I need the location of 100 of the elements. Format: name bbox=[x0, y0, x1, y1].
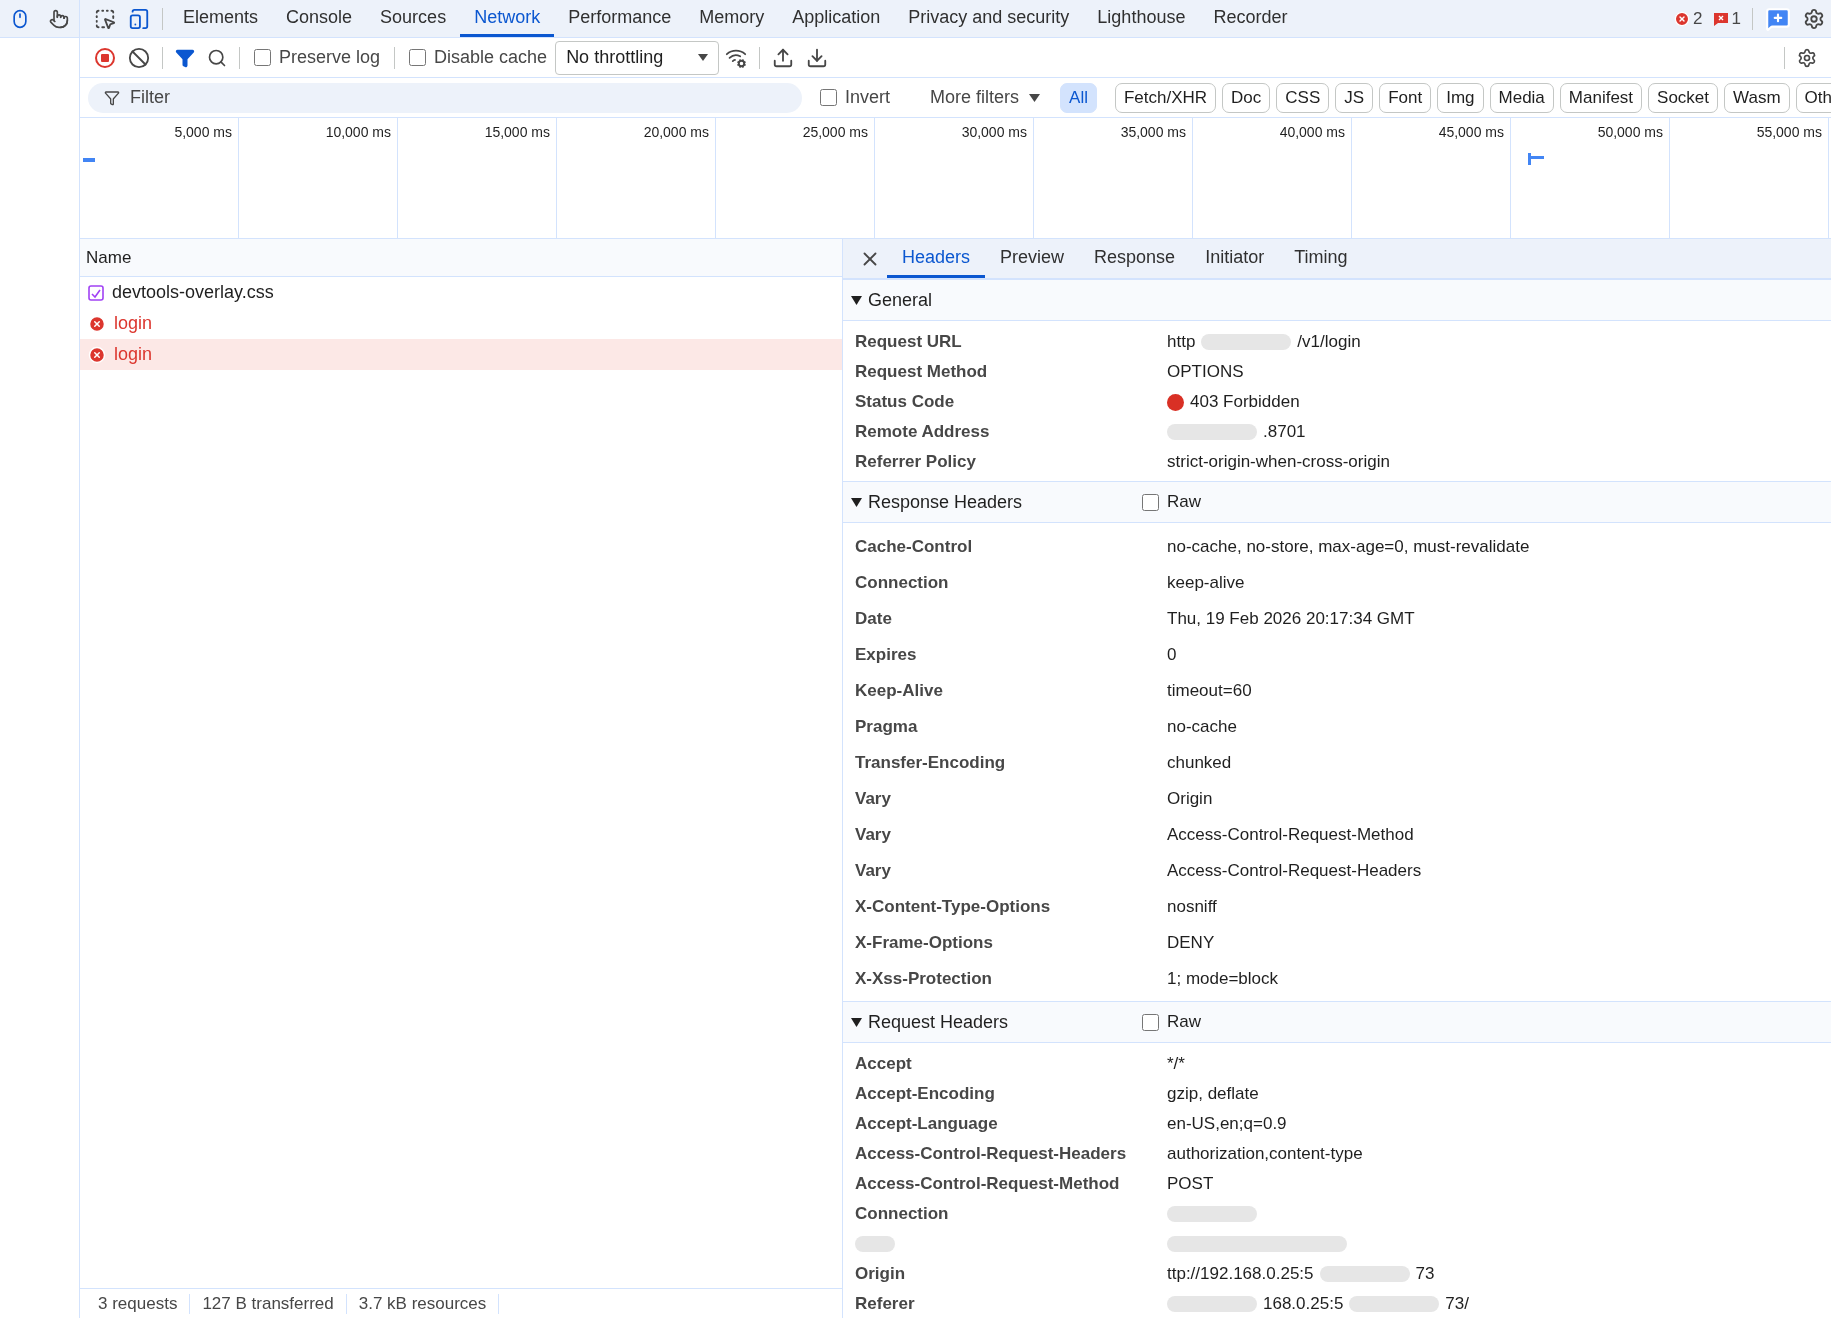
type-filter[interactable]: Wasm bbox=[1724, 82, 1790, 113]
header-name: Date bbox=[855, 609, 893, 629]
error-icon[interactable] bbox=[1674, 10, 1691, 27]
header-value: 73/ bbox=[1445, 1294, 1469, 1314]
time-tick: 55,000 ms bbox=[1756, 124, 1822, 142]
panel-tab[interactable]: Network bbox=[460, 0, 555, 37]
request-row[interactable]: login bbox=[80, 308, 842, 339]
error-icon bbox=[88, 314, 106, 333]
header-value: /v1/login bbox=[1297, 332, 1361, 352]
request-row[interactable]: devtools-overlay.css bbox=[80, 277, 842, 308]
checkbox[interactable] bbox=[409, 49, 427, 66]
detail-tab[interactable]: Response bbox=[1079, 239, 1191, 278]
type-filter[interactable]: Media bbox=[1489, 82, 1554, 113]
header-value: 1; mode=block bbox=[1167, 969, 1280, 989]
type-filter[interactable]: Fetch/XHR bbox=[1114, 82, 1217, 113]
caret-icon bbox=[1029, 93, 1041, 102]
time-tick: 20,000 ms bbox=[643, 124, 709, 142]
header-name: Remote Address bbox=[855, 422, 991, 442]
panel-tab[interactable]: Performance bbox=[554, 0, 686, 37]
checkbox-label[interactable]: Disable cache bbox=[434, 47, 548, 68]
checkbox[interactable] bbox=[820, 89, 837, 106]
filter-icon bbox=[104, 89, 120, 106]
caret-icon[interactable] bbox=[851, 294, 862, 306]
header-value: nosniff bbox=[1167, 897, 1218, 917]
caret-icon[interactable] bbox=[851, 1016, 862, 1028]
issue-count[interactable]: 1 bbox=[1731, 8, 1741, 29]
panel-tab[interactable]: Privacy and security bbox=[894, 0, 1084, 37]
header-value: 0 bbox=[1167, 645, 1178, 665]
header-name: Transfer-Encoding bbox=[855, 753, 1007, 773]
status-text: 127 B transferred bbox=[190, 1293, 347, 1314]
header-name: Request Method bbox=[855, 362, 989, 382]
error-count[interactable]: 2 bbox=[1693, 8, 1703, 29]
type-filter[interactable]: JS bbox=[1335, 82, 1374, 113]
header-value: en-US,en;q=0.9 bbox=[1167, 1114, 1288, 1134]
header-name: Connection bbox=[855, 1204, 950, 1224]
checkbox[interactable] bbox=[254, 49, 271, 66]
type-filter[interactable]: Manifest bbox=[1559, 82, 1643, 113]
header-value: Access-Control-Request-Headers bbox=[1167, 861, 1423, 881]
caret-icon[interactable] bbox=[851, 496, 862, 508]
checkbox-label[interactable]: Raw bbox=[1167, 492, 1201, 512]
type-filter[interactable]: Doc bbox=[1222, 82, 1271, 113]
section-title[interactable]: General bbox=[868, 289, 1134, 311]
more-filters-dropdown[interactable]: More filters bbox=[910, 87, 1061, 108]
header-name: Access-Control-Request-Headers bbox=[855, 1144, 1128, 1164]
header-name: Accept-Language bbox=[855, 1114, 999, 1134]
time-tick: 50,000 ms bbox=[1597, 124, 1663, 142]
header-value: strict-origin-when-cross-origin bbox=[1167, 452, 1391, 472]
header-name: Cache-Control bbox=[855, 537, 974, 557]
time-tick: 10,000 ms bbox=[325, 124, 391, 142]
section-title[interactable]: Response Headers bbox=[868, 491, 1134, 513]
panel-tab[interactable]: Application bbox=[778, 0, 895, 37]
type-filter[interactable]: Oth bbox=[1795, 82, 1831, 113]
detail-tab[interactable]: Timing bbox=[1279, 239, 1363, 278]
message-icon[interactable] bbox=[1712, 11, 1729, 26]
detail-tab[interactable]: Preview bbox=[985, 239, 1080, 278]
type-filter[interactable]: Font bbox=[1379, 82, 1432, 113]
stylesheet-icon bbox=[88, 284, 104, 301]
checkbox[interactable] bbox=[1142, 1013, 1159, 1031]
header-value: no-cache bbox=[1167, 717, 1238, 737]
panel-tab[interactable]: Memory bbox=[685, 0, 779, 37]
header-name: Accept bbox=[855, 1054, 913, 1074]
section-title[interactable]: Request Headers bbox=[868, 1011, 1134, 1033]
header-name: Expires bbox=[855, 645, 918, 665]
throttling-dropdown[interactable]: No throttling bbox=[555, 40, 720, 75]
status-text: 3 requests bbox=[86, 1293, 191, 1314]
checkbox[interactable] bbox=[1142, 493, 1159, 511]
type-filter[interactable]: All bbox=[1060, 82, 1097, 113]
request-row[interactable]: login bbox=[80, 339, 842, 370]
header-value: DENY bbox=[1167, 933, 1216, 953]
type-filter[interactable]: Img bbox=[1437, 82, 1484, 113]
header-name: Access-Control-Request-Method bbox=[855, 1174, 1121, 1194]
type-filter[interactable]: CSS bbox=[1276, 82, 1330, 113]
header-value: Access-Control-Request-Method bbox=[1167, 825, 1415, 845]
header-value: timeout=60 bbox=[1167, 681, 1253, 701]
checkbox-label[interactable]: Preserve log bbox=[279, 47, 381, 68]
header-value: authorization,content-type bbox=[1167, 1144, 1364, 1164]
request-name: devtools-overlay.css bbox=[112, 282, 274, 303]
time-tick: 45,000 ms bbox=[1438, 124, 1504, 142]
header-name: Keep-Alive bbox=[855, 681, 944, 701]
panel-tab[interactable]: Console bbox=[272, 0, 367, 37]
time-tick: 40,000 ms bbox=[1279, 124, 1345, 142]
panel-tab[interactable]: Elements bbox=[169, 0, 273, 37]
panel-tab[interactable]: Sources bbox=[366, 0, 461, 37]
header-value: Thu, 19 Feb 2026 20:17:34 GMT bbox=[1167, 609, 1416, 629]
checkbox-label[interactable]: Invert bbox=[845, 87, 891, 108]
header-value: OPTIONS bbox=[1167, 362, 1245, 382]
request-name: login bbox=[114, 344, 153, 365]
header-value: POST bbox=[1167, 1174, 1215, 1194]
time-tick: 25,000 ms bbox=[802, 124, 868, 142]
time-tick: 5,000 ms bbox=[174, 124, 232, 142]
panel-tab[interactable]: Recorder bbox=[1199, 0, 1302, 37]
header-name: Pragma bbox=[855, 717, 919, 737]
caret-icon bbox=[698, 54, 709, 61]
checkbox-label[interactable]: Raw bbox=[1167, 1012, 1201, 1032]
header-name: Connection bbox=[855, 573, 950, 593]
filter-field[interactable]: Filter bbox=[88, 82, 802, 113]
panel-tab[interactable]: Lighthouse bbox=[1083, 0, 1200, 37]
detail-tab[interactable]: Initiator bbox=[1190, 239, 1280, 278]
status-text: 3.7 kB resources bbox=[346, 1293, 500, 1314]
type-filter[interactable]: Socket bbox=[1648, 82, 1719, 113]
